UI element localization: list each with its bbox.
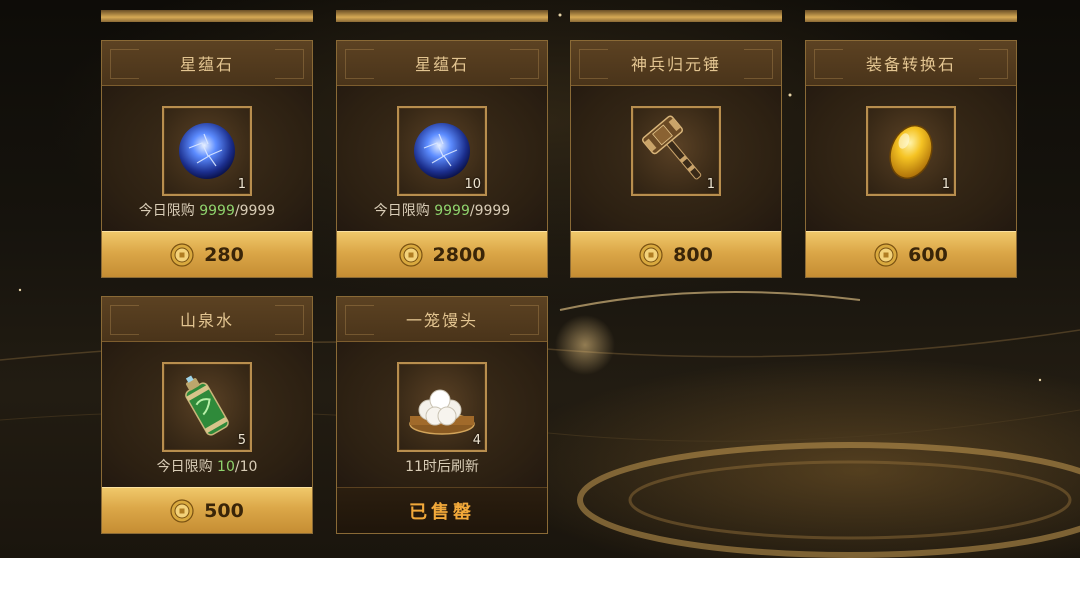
item-name: 一笼馒头 xyxy=(405,311,478,330)
purchase-limit: 今日限购 9999/9999 xyxy=(337,200,547,220)
purchase-limit: 今日限购 10/10 xyxy=(102,456,312,476)
buy-button[interactable]: 2800 xyxy=(337,231,547,277)
limit-max: /9999 xyxy=(234,203,276,219)
item-icon-frame[interactable]: 1 xyxy=(162,106,252,196)
item-body: 1 xyxy=(806,86,1016,233)
gold-coin-icon xyxy=(398,242,423,267)
refresh-timer: 11时后刷新 xyxy=(405,459,479,475)
item-price: 800 xyxy=(673,243,713,266)
item-quantity: 4 xyxy=(472,433,481,448)
limit-current: 9999 xyxy=(434,203,470,219)
item-body: 4 11时后刷新 xyxy=(337,342,547,489)
shop-background: 星蕴石 1 今日限购 9999/9999 280 星蕴石 10 今日限购 999… xyxy=(0,0,1080,558)
buy-button[interactable]: 280 xyxy=(102,231,312,277)
limit-label: 今日限购 xyxy=(373,203,430,219)
item-quantity: 5 xyxy=(237,433,246,448)
item-name: 山泉水 xyxy=(179,311,234,330)
shop-item-card[interactable]: 山泉水 5 今日限购 10/10 500 xyxy=(101,296,313,534)
item-quantity: 10 xyxy=(464,177,481,192)
previous-row-card-edge xyxy=(101,10,313,22)
item-icon-frame[interactable]: 5 xyxy=(162,362,252,452)
shop-item-card[interactable]: 神兵归元锤 1 800 xyxy=(570,40,782,278)
item-name: 装备转换石 xyxy=(865,55,956,74)
item-body: 5 今日限购 10/10 xyxy=(102,342,312,489)
sold-out-label: 已售罄 xyxy=(409,501,475,523)
buy-button[interactable]: 800 xyxy=(571,231,781,277)
item-price: 280 xyxy=(204,243,244,266)
gold-coin-icon xyxy=(639,242,663,267)
item-title-bar: 装备转换石 xyxy=(806,41,1016,86)
gold-coin-icon xyxy=(170,498,194,523)
limit-max: /10 xyxy=(234,459,258,475)
item-title-bar: 星蕴石 xyxy=(102,41,312,86)
limit-label: 今日限购 xyxy=(138,203,195,219)
shop-item-card[interactable]: 星蕴石 1 今日限购 9999/9999 280 xyxy=(101,40,313,278)
item-name: 星蕴石 xyxy=(414,55,469,74)
item-body: 1 xyxy=(571,86,781,233)
item-icon-frame[interactable]: 4 xyxy=(397,362,487,452)
item-price: 500 xyxy=(204,499,244,522)
limit-label: 今日限购 xyxy=(156,459,213,475)
sold-out-bar: 已售罄 xyxy=(337,487,547,533)
item-title-bar: 神兵归元锤 xyxy=(571,41,781,86)
item-title-bar: 一笼馒头 xyxy=(337,297,547,342)
item-quantity: 1 xyxy=(941,177,950,192)
item-icon-frame[interactable]: 1 xyxy=(631,106,721,196)
gold-coin-icon xyxy=(874,242,898,267)
item-quantity: 1 xyxy=(237,177,246,192)
previous-row-card-edge xyxy=(570,10,782,22)
item-title-bar: 星蕴石 xyxy=(337,41,547,86)
item-price: 2800 xyxy=(432,243,486,266)
item-body: 1 今日限购 9999/9999 xyxy=(102,86,312,233)
shop-item-card[interactable]: 星蕴石 10 今日限购 9999/9999 2800 xyxy=(336,40,548,278)
limit-current: 10 xyxy=(217,459,235,475)
item-icon-frame[interactable]: 1 xyxy=(866,106,956,196)
purchase-limit: 今日限购 9999/9999 xyxy=(102,200,312,220)
limit-current: 9999 xyxy=(199,203,235,219)
item-icon-frame[interactable]: 10 xyxy=(397,106,487,196)
item-name: 神兵归元锤 xyxy=(630,55,721,74)
previous-row-card-edge xyxy=(336,10,548,22)
limit-max: /9999 xyxy=(469,203,511,219)
gold-coin-icon xyxy=(170,242,194,267)
item-price: 600 xyxy=(908,243,948,266)
buy-button[interactable]: 500 xyxy=(102,487,312,533)
item-body: 10 今日限购 9999/9999 xyxy=(337,86,547,233)
shop-item-card[interactable]: 装备转换石 1 600 xyxy=(805,40,1017,278)
item-quantity: 1 xyxy=(706,177,715,192)
previous-row-card-edge xyxy=(805,10,1017,22)
item-title-bar: 山泉水 xyxy=(102,297,312,342)
item-name: 星蕴石 xyxy=(179,55,234,74)
shop-item-card[interactable]: 一笼馒头 4 11时后刷新 已售罄 xyxy=(336,296,548,534)
buy-button[interactable]: 600 xyxy=(806,231,1016,277)
